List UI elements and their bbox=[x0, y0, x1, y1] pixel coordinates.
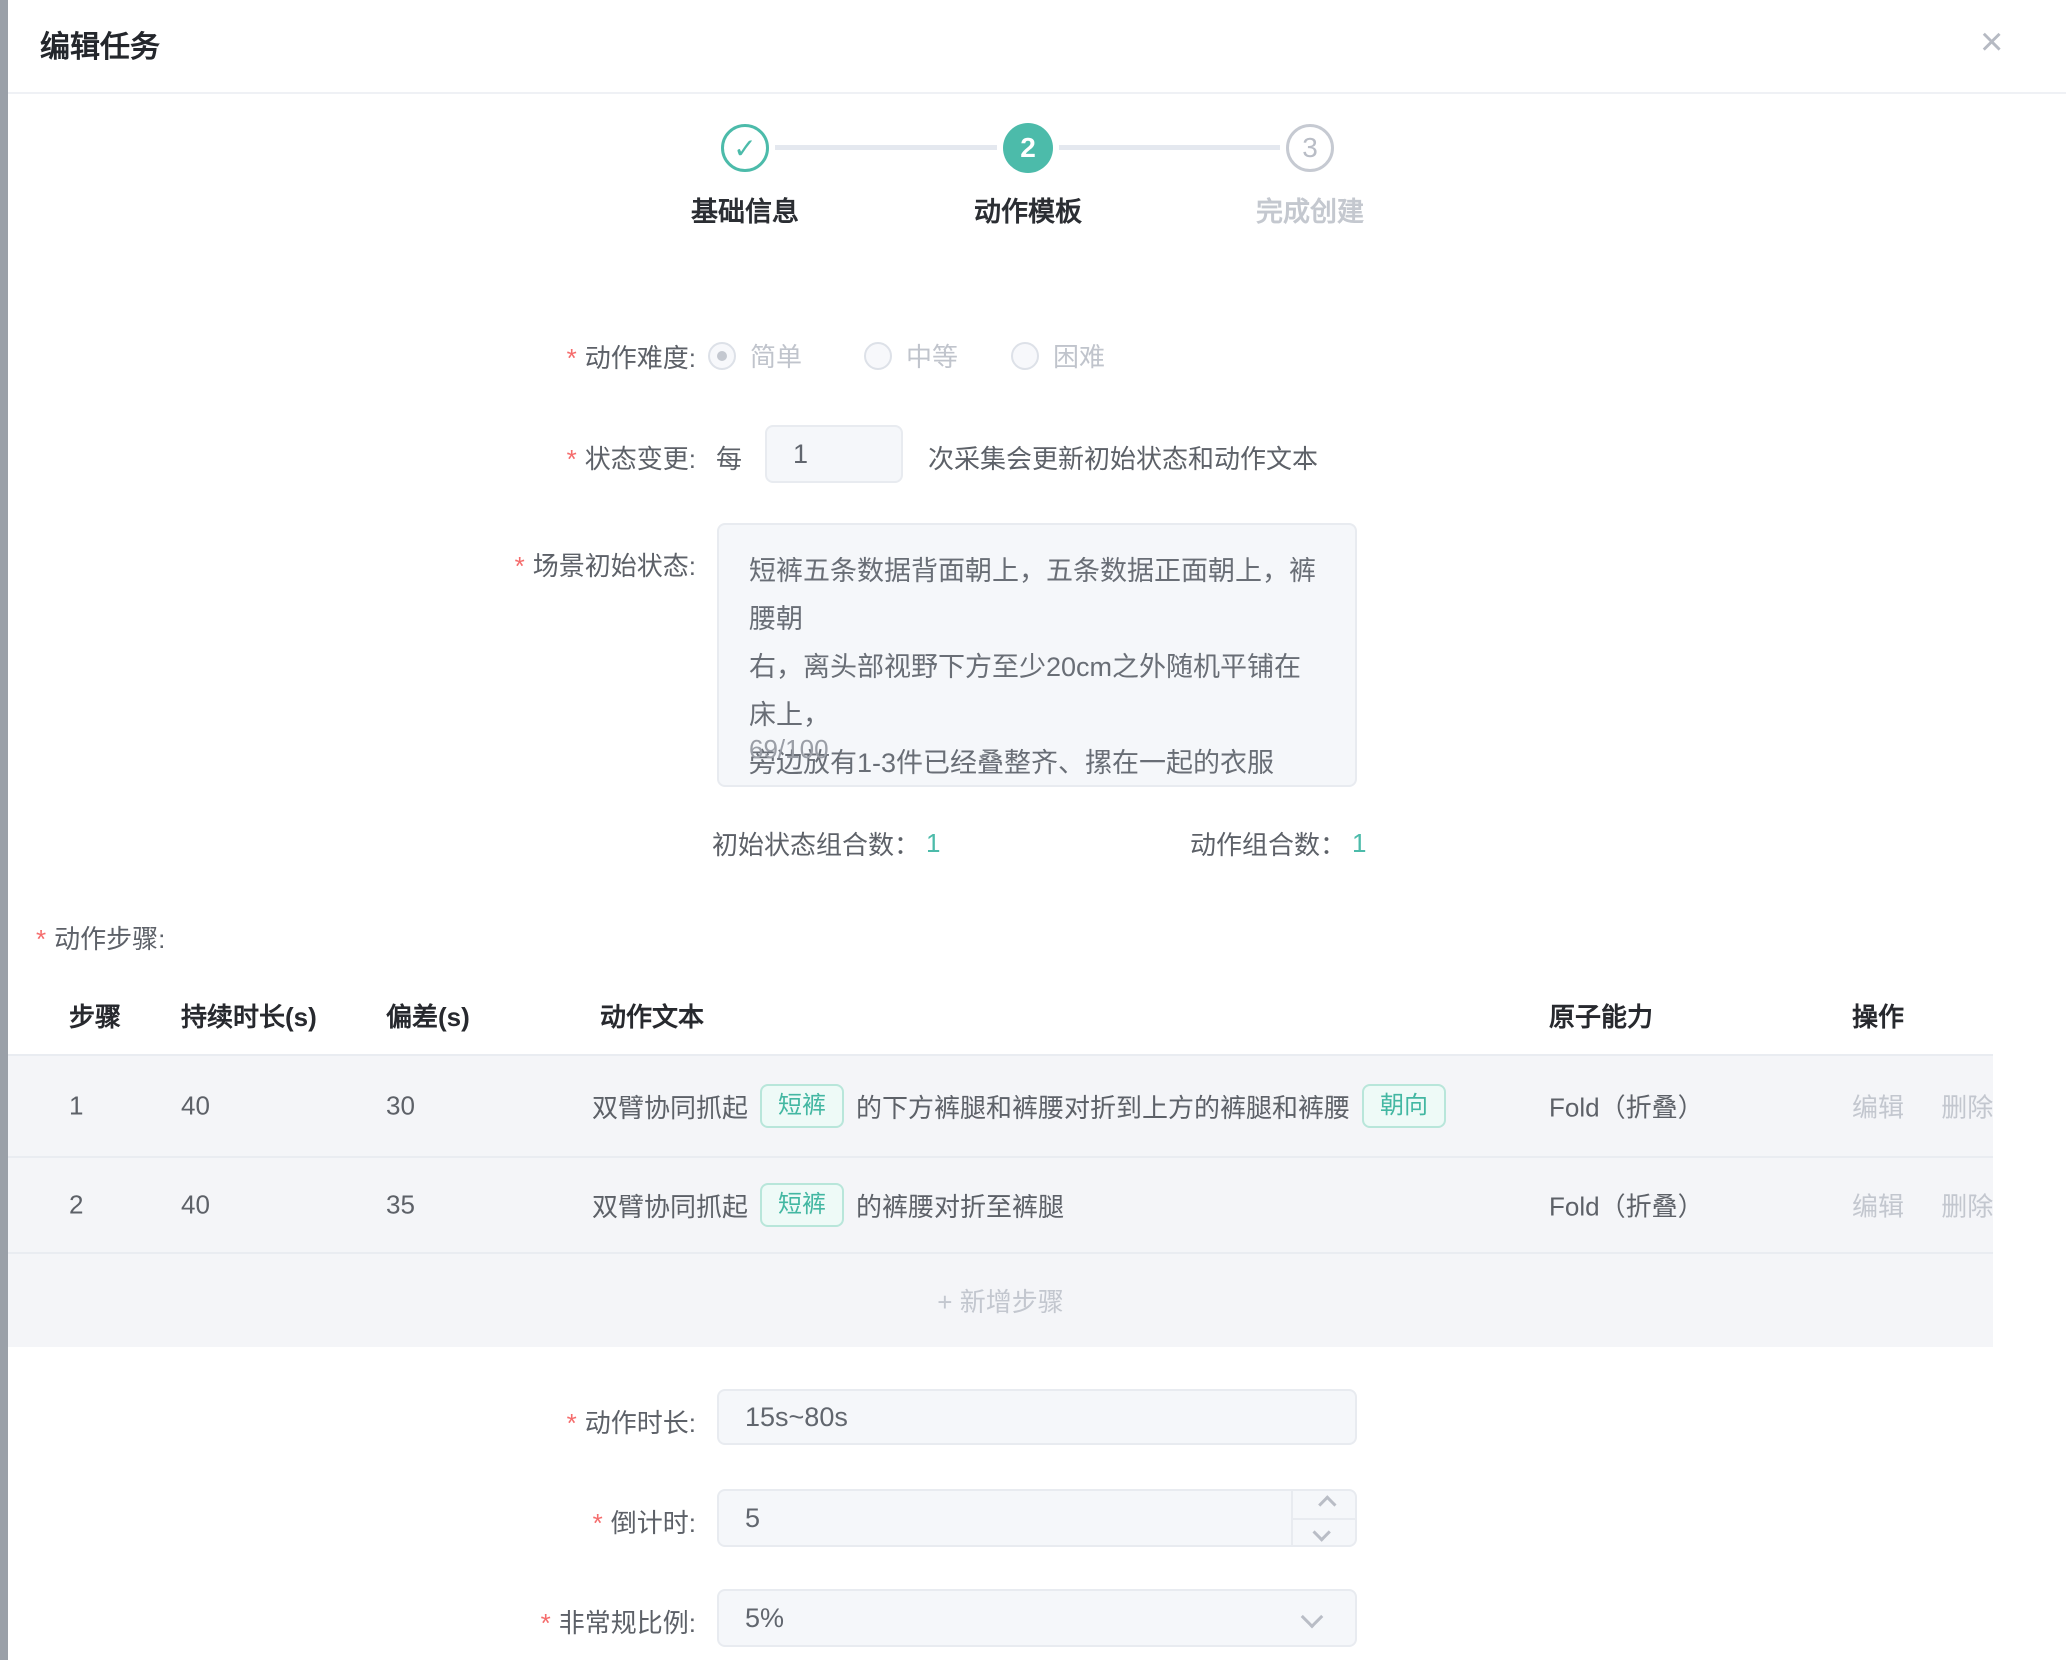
char-counter: 69/100 bbox=[749, 734, 829, 765]
difficulty-label: *动作难度: bbox=[240, 338, 696, 375]
header-divider bbox=[8, 92, 2066, 94]
cell-ability: Fold（折叠） bbox=[1549, 1187, 1704, 1224]
table-row: 1 40 30 双臂协同抓起 短裤 的下方裤腿和裤腰对折到上方的裤腿和裤腰 朝向… bbox=[8, 1056, 1993, 1156]
delete-link[interactable]: 删除 bbox=[1941, 1192, 1993, 1222]
step-2-circle: 2 bbox=[1003, 123, 1053, 173]
edit-link[interactable]: 编辑 bbox=[1852, 1093, 1904, 1123]
step-3-circle: 3 bbox=[1286, 124, 1334, 172]
cell-actions: 编辑 删除 bbox=[1852, 1088, 2023, 1125]
action-combo-count: 动作组合数：1 bbox=[1190, 825, 1366, 862]
initial-combo-count: 初始状态组合数：1 bbox=[712, 825, 940, 862]
stepper-connector bbox=[1059, 145, 1280, 150]
state-change-input[interactable]: 1 bbox=[765, 425, 903, 483]
duration-label: *动作时长: bbox=[240, 1403, 696, 1440]
required-asterisk: * bbox=[567, 343, 577, 373]
unusual-ratio-label: *非常规比例: bbox=[240, 1603, 696, 1640]
close-icon[interactable]: × bbox=[1980, 22, 2003, 62]
col-header-text: 动作文本 bbox=[600, 997, 704, 1034]
orientation-tag: 朝向 bbox=[1362, 1084, 1446, 1128]
add-step-button[interactable]: + 新增步骤 bbox=[8, 1254, 1993, 1347]
action-steps-label: *动作步骤: bbox=[36, 919, 165, 956]
step-3-label: 完成创建 bbox=[1110, 190, 1510, 229]
chevron-down-icon bbox=[1301, 1606, 1324, 1629]
object-tag: 短裤 bbox=[760, 1183, 844, 1227]
unusual-ratio-select[interactable]: 5% bbox=[717, 1589, 1357, 1647]
cell-duration: 40 bbox=[181, 1190, 210, 1221]
number-stepper bbox=[1291, 1491, 1355, 1545]
page-edge-strip bbox=[0, 0, 8, 1660]
edit-task-dialog: 编辑任务 × ✓ 2 3 基础信息 动作模板 完成创建 *动作难度: 简单 中等… bbox=[0, 0, 2066, 1660]
col-header-step: 步骤 bbox=[69, 997, 121, 1034]
col-header-deviation: 偏差(s) bbox=[386, 997, 470, 1034]
delete-link[interactable]: 删除 bbox=[1941, 1093, 1993, 1123]
initial-state-text: 短裤五条数据背面朝上，五条数据正面朝上，裤腰朝 右，离头部视野下方至少20cm之… bbox=[749, 547, 1327, 787]
initial-state-label: *场景初始状态: bbox=[240, 546, 696, 583]
initial-state-textarea[interactable]: 短裤五条数据背面朝上，五条数据正面朝上，裤腰朝 右，离头部视野下方至少20cm之… bbox=[717, 523, 1357, 787]
col-header-duration: 持续时长(s) bbox=[181, 997, 317, 1034]
cell-actions: 编辑 删除 bbox=[1852, 1187, 2023, 1224]
state-change-prefix: 每 bbox=[716, 439, 742, 476]
state-change-label: *状态变更: bbox=[240, 439, 696, 476]
cell-ability: Fold（折叠） bbox=[1549, 1088, 1704, 1125]
cell-action-text: 双臂协同抓起 短裤 的裤腰对折至裤腿 bbox=[592, 1183, 1064, 1227]
duration-input[interactable]: 15s~80s bbox=[717, 1389, 1357, 1445]
radio-easy[interactable]: 简单 bbox=[708, 337, 802, 374]
cell-duration: 40 bbox=[181, 1091, 210, 1122]
col-header-actions: 操作 bbox=[1852, 997, 1904, 1034]
stepper-up-button[interactable] bbox=[1293, 1491, 1355, 1518]
countdown-input[interactable]: 5 bbox=[717, 1489, 1357, 1547]
cell-deviation: 30 bbox=[386, 1091, 415, 1122]
chevron-down-icon bbox=[1312, 1523, 1330, 1541]
radio-icon bbox=[864, 342, 892, 370]
cell-action-text: 双臂协同抓起 短裤 的下方裤腿和裤腰对折到上方的裤腿和裤腰 朝向 bbox=[592, 1084, 1458, 1128]
stepper-connector bbox=[775, 145, 997, 150]
chevron-up-icon bbox=[1318, 1495, 1336, 1513]
steps-table: 步骤 持续时长(s) 偏差(s) 动作文本 原子能力 操作 1 40 30 双臂… bbox=[8, 975, 1993, 1349]
object-tag: 短裤 bbox=[760, 1084, 844, 1128]
dialog-title: 编辑任务 bbox=[40, 22, 160, 66]
state-change-suffix: 次采集会更新初始状态和动作文本 bbox=[928, 439, 1318, 476]
cell-step: 2 bbox=[69, 1190, 83, 1221]
step-1-check-icon: ✓ bbox=[721, 124, 769, 172]
cell-deviation: 35 bbox=[386, 1190, 415, 1221]
edit-link[interactable]: 编辑 bbox=[1852, 1192, 1904, 1222]
radio-hard[interactable]: 困难 bbox=[1011, 337, 1105, 374]
col-header-ability: 原子能力 bbox=[1549, 997, 1653, 1034]
radio-icon bbox=[1011, 342, 1039, 370]
countdown-label: *倒计时: bbox=[240, 1503, 696, 1540]
stepper-down-button[interactable] bbox=[1293, 1518, 1355, 1545]
cell-step: 1 bbox=[69, 1091, 83, 1122]
radio-medium[interactable]: 中等 bbox=[864, 337, 958, 374]
radio-selected-icon bbox=[708, 342, 736, 370]
table-row: 2 40 35 双臂协同抓起 短裤 的裤腰对折至裤腿 Fold（折叠） 编辑 删… bbox=[8, 1158, 1993, 1252]
